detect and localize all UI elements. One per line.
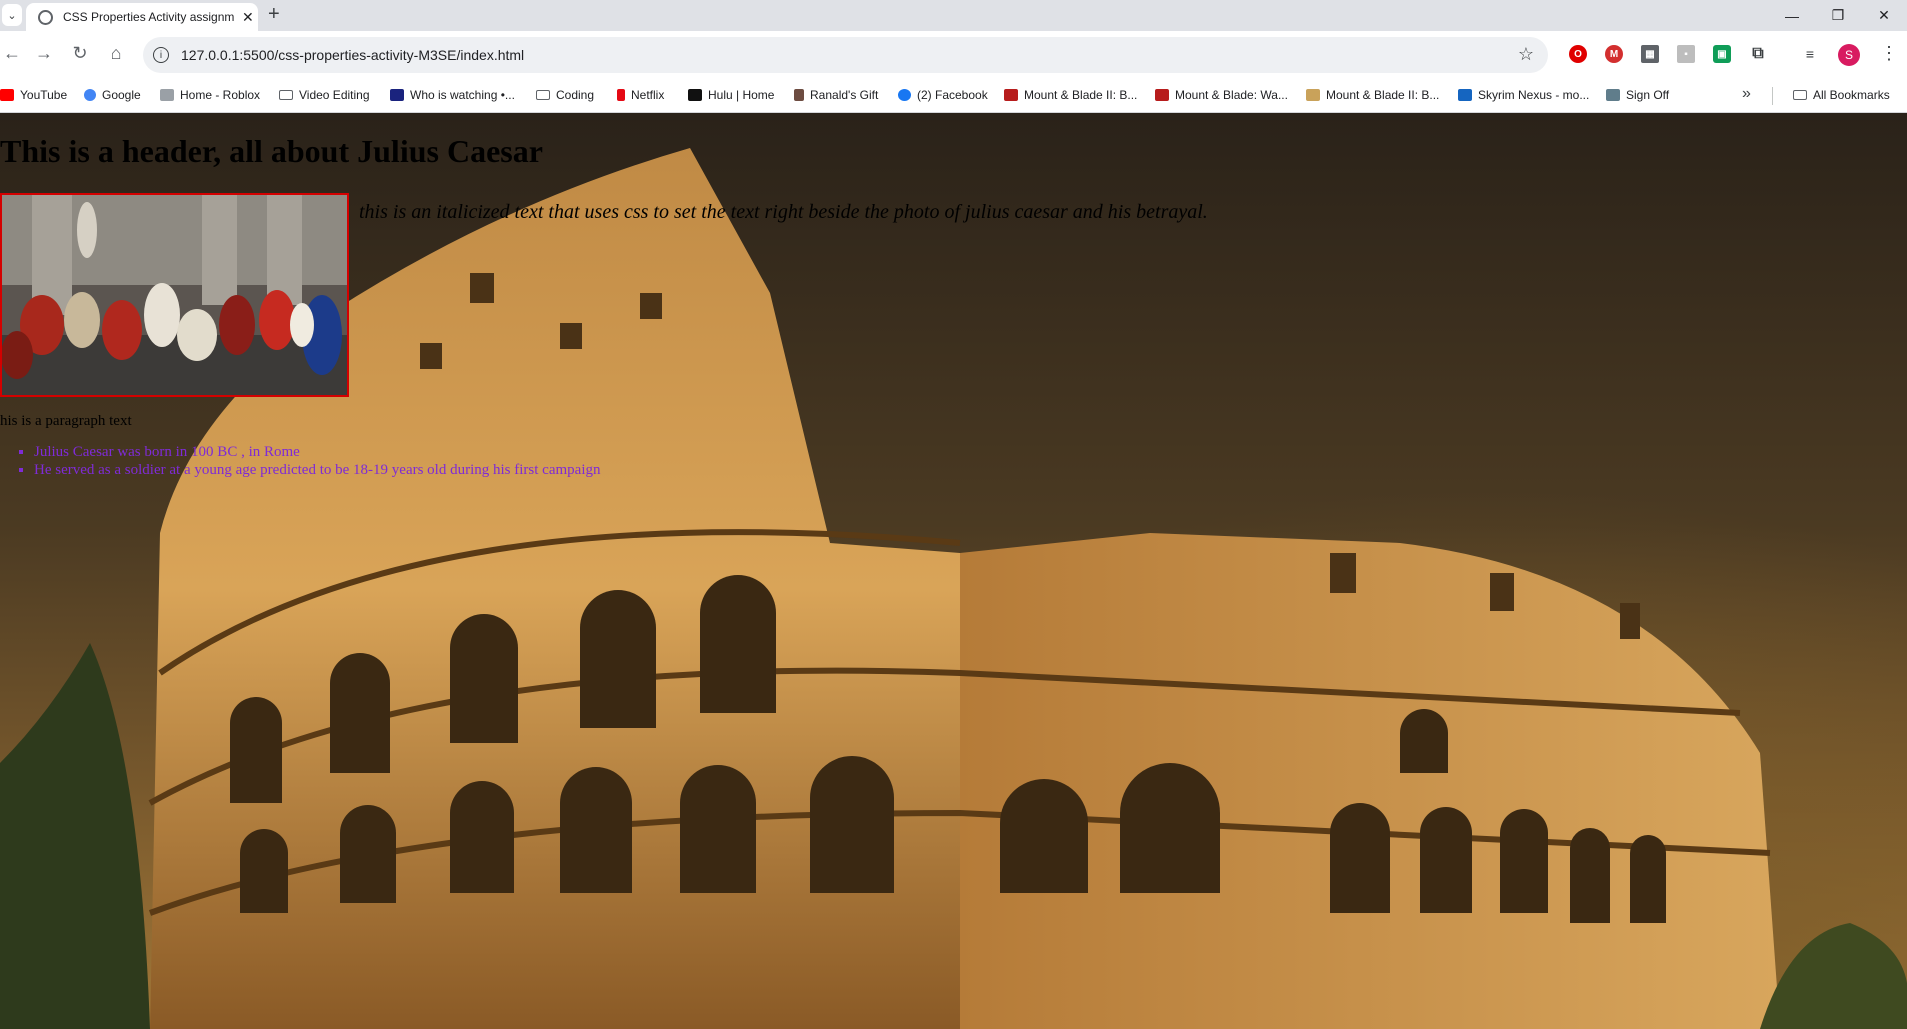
extensions-puzzle-icon[interactable]: ⧉ xyxy=(1749,45,1767,63)
bookmark-label: (2) Facebook xyxy=(917,88,988,102)
folder-icon xyxy=(279,90,293,100)
paragraph-text: his is a paragraph text xyxy=(0,413,132,429)
page-heading: This is a header, all about Julius Caesa… xyxy=(0,133,543,169)
list-item: Julius Caesar was born in 100 BC , in Ro… xyxy=(34,443,601,461)
bookmark-label: Sign Off xyxy=(1626,88,1670,102)
tab-active[interactable]: CSS Properties Activity assignm ✕ xyxy=(26,3,258,31)
all-bookmarks-button[interactable]: All Bookmarks xyxy=(1793,88,1890,102)
menu-kebab-icon[interactable]: ⋮ xyxy=(1880,43,1898,64)
bookmark-label: Ranald's Gift xyxy=(810,88,879,102)
restore-button[interactable]: ❐ xyxy=(1815,0,1861,31)
close-window-button[interactable]: ✕ xyxy=(1861,0,1907,31)
reload-icon[interactable]: ↻ xyxy=(68,43,92,64)
bookmark-label: Home - Roblox xyxy=(180,88,261,102)
bookmark-label: Mount & Blade II: B... xyxy=(1024,88,1138,102)
bookmark-netflix[interactable]: Netflix xyxy=(617,88,664,102)
more-bookmarks-chevron-icon[interactable]: » xyxy=(1742,85,1751,103)
new-tab-button[interactable]: + xyxy=(268,3,280,26)
green-extension-icon[interactable]: ▣ xyxy=(1713,45,1731,63)
minimize-button[interactable]: — xyxy=(1769,0,1815,31)
bookmark-mount-blade-warband[interactable]: Mount & Blade: Wa... xyxy=(1155,88,1288,102)
qr-extension-icon[interactable]: ▦ xyxy=(1641,45,1659,63)
bookmark-star-icon[interactable]: ☆ xyxy=(1518,44,1534,65)
bookmark-label: Skyrim Nexus - mo... xyxy=(1478,88,1590,102)
browser-toolbar: ← → ↻ ⌂ i 127.0.0.1:5500/css-properties-… xyxy=(0,31,1907,79)
nexus-icon xyxy=(1458,89,1472,101)
bookmark-label: Coding xyxy=(556,88,595,102)
site-info-icon[interactable]: i xyxy=(153,47,169,63)
mb2-icon xyxy=(1306,89,1320,101)
forward-arrow-icon[interactable]: → xyxy=(32,43,56,64)
url-text[interactable]: 127.0.0.1:5500/css-properties-activity-M… xyxy=(181,47,524,63)
bookmark-mount-blade-2[interactable]: Mount & Blade II: B... xyxy=(1004,88,1137,102)
address-bar[interactable]: i 127.0.0.1:5500/css-properties-activity… xyxy=(143,37,1548,73)
bookmark-sign-off[interactable]: Sign Off xyxy=(1606,88,1669,102)
bookmarks-divider xyxy=(1772,87,1773,105)
folder-icon xyxy=(536,90,550,100)
bookmark-label: Hulu | Home xyxy=(708,88,775,102)
bookmark-google[interactable]: Google xyxy=(84,88,141,102)
google-icon xyxy=(84,89,96,101)
bookmark-label: Netflix xyxy=(631,88,665,102)
bookmark-skyrim-nexus[interactable]: Skyrim Nexus - mo... xyxy=(1458,88,1589,102)
bookmark-label: Who is watching •... xyxy=(410,88,515,102)
mb-icon xyxy=(1004,89,1018,101)
bookmark-video-editing[interactable]: Video Editing xyxy=(279,88,370,102)
bookmark-label: Mount & Blade II: B... xyxy=(1326,88,1440,102)
bookmark-label: Mount & Blade: Wa... xyxy=(1175,88,1288,102)
roblox-icon xyxy=(160,89,174,101)
all-bookmarks-label: All Bookmarks xyxy=(1813,88,1890,102)
page-viewport: This is a header, all about Julius Caesa… xyxy=(0,113,1907,1029)
window-controls: — ❐ ✕ xyxy=(1769,0,1907,31)
facts-list: Julius Caesar was born in 100 BC , in Ro… xyxy=(0,443,601,479)
painting-image xyxy=(2,195,347,395)
profile-avatar[interactable]: S xyxy=(1838,44,1860,66)
facebook-icon xyxy=(898,89,911,101)
grey-extension-icon[interactable]: ▪ xyxy=(1677,45,1695,63)
hulu-icon xyxy=(688,89,702,101)
netflix-icon xyxy=(617,89,625,101)
opera-extension-icon[interactable]: O xyxy=(1569,45,1587,63)
death-of-caesar-painting xyxy=(0,193,349,397)
italic-description: this is an italicized text that uses css… xyxy=(359,201,1208,223)
ranald-icon xyxy=(794,89,804,101)
back-arrow-icon[interactable]: ← xyxy=(0,43,24,64)
media-control-icon[interactable]: ≡ xyxy=(1801,45,1819,63)
youtube-icon xyxy=(0,89,14,101)
signoff-icon xyxy=(1606,89,1620,101)
mb-icon xyxy=(1155,89,1169,101)
bookmarks-bar: YouTube Google Home - Roblox Video Editi… xyxy=(0,79,1907,113)
home-icon[interactable]: ⌂ xyxy=(104,43,128,64)
list-item: He served as a soldier at a young age pr… xyxy=(34,461,601,479)
bookmark-label: YouTube xyxy=(20,88,68,102)
folder-icon xyxy=(1793,90,1807,100)
bookmark-who-is-watching[interactable]: Who is watching •... xyxy=(390,88,515,102)
bookmark-ranalds-gift[interactable]: Ranald's Gift xyxy=(794,88,878,102)
bookmark-mount-blade-2-b[interactable]: Mount & Blade II: B... xyxy=(1306,88,1439,102)
m-extension-icon[interactable]: M xyxy=(1605,45,1623,63)
tab-title: CSS Properties Activity assignm xyxy=(63,10,235,24)
tab-strip: ⌄ CSS Properties Activity assignm ✕ + — … xyxy=(0,0,1907,31)
bookmark-youtube[interactable]: YouTube xyxy=(0,88,67,102)
tab-search-button[interactable]: ⌄ xyxy=(2,4,22,26)
bookmark-facebook[interactable]: (2) Facebook xyxy=(898,88,988,102)
bookmark-label: Video Editing xyxy=(299,88,370,102)
bookmark-coding[interactable]: Coding xyxy=(536,88,594,102)
globe-icon xyxy=(38,9,53,25)
bookmark-roblox[interactable]: Home - Roblox xyxy=(160,88,260,102)
bookmark-hulu[interactable]: Hulu | Home xyxy=(688,88,774,102)
close-tab-icon[interactable]: ✕ xyxy=(242,9,254,26)
bookmark-label: Google xyxy=(102,88,141,102)
m-icon xyxy=(390,89,404,101)
